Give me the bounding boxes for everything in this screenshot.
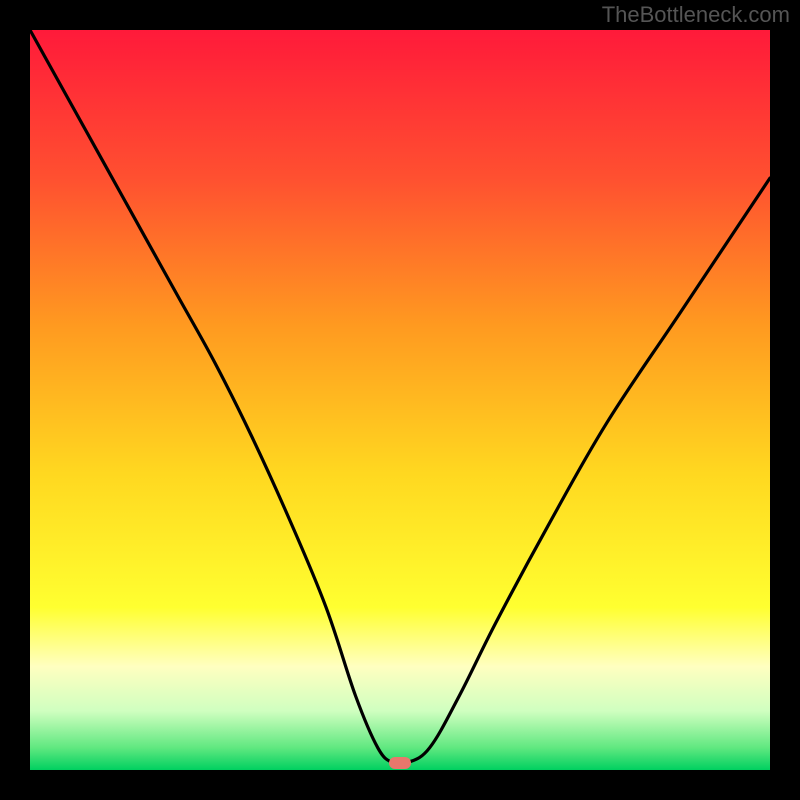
watermark-text: TheBottleneck.com: [602, 2, 790, 28]
chart-svg: [30, 30, 770, 770]
plot-area: [30, 30, 770, 770]
gradient-background: [30, 30, 770, 770]
optimal-point-marker: [389, 757, 411, 769]
chart-container: TheBottleneck.com: [0, 0, 800, 800]
